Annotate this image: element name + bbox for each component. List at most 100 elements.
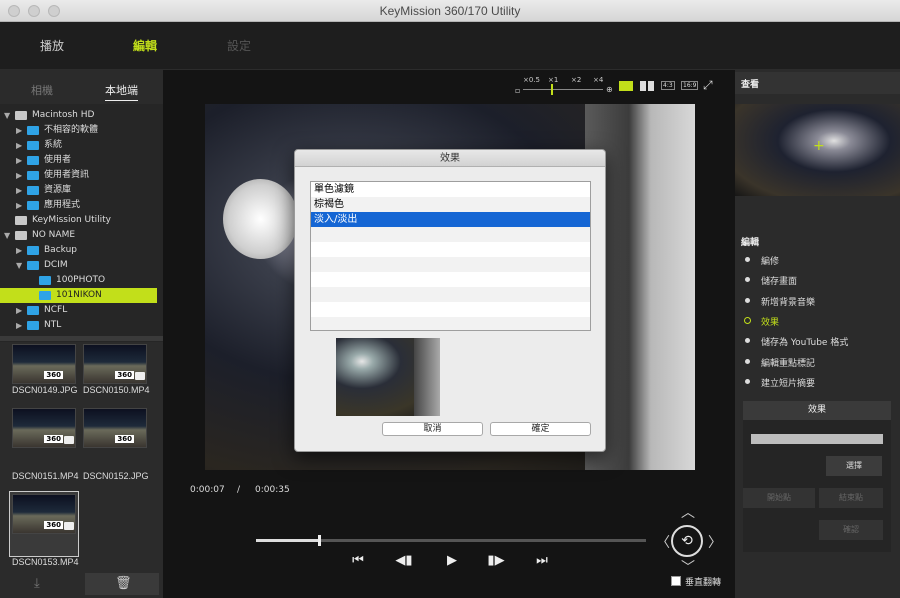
thumbnail[interactable]: 360 xyxy=(12,494,76,534)
effect-option[interactable]: 單色濾鏡 xyxy=(311,182,590,197)
chevron-down-icon[interactable]: ▼ xyxy=(4,228,10,243)
tree-item[interactable]: ▶ 使用者 xyxy=(0,153,157,168)
effect-option[interactable]: 棕褐色 xyxy=(311,197,590,212)
chevron-right-icon[interactable]: ▶ xyxy=(16,303,22,318)
thumbnail[interactable]: 360 xyxy=(83,344,147,384)
tree-item-label: Macintosh HD xyxy=(32,110,95,120)
zoom-in-icon[interactable]: ⊕ xyxy=(606,85,613,94)
edit-menu-label: 編修 xyxy=(761,257,780,267)
ratio-16-9-button[interactable]: 16:9 xyxy=(681,81,699,90)
confirm-button[interactable]: 確認 xyxy=(819,520,883,540)
tree-item[interactable]: ▶ Backup xyxy=(0,243,157,258)
play-icon[interactable]: ▶ xyxy=(440,553,464,568)
effect-option[interactable]: 淡入/淡出 xyxy=(311,212,590,227)
ok-button[interactable]: 確定 xyxy=(490,422,591,436)
frame-back-icon[interactable]: ◀▮ xyxy=(392,553,416,568)
edit-menu-item[interactable]: 建立短片摘要 xyxy=(735,374,900,390)
tree-item[interactable]: ▶ NCFL xyxy=(0,303,157,318)
pan-up-icon[interactable]: ︿ xyxy=(681,502,695,522)
zoom-label: ×0.5 xyxy=(523,76,540,84)
tree-item[interactable]: 101NIKON xyxy=(0,288,157,303)
list-row xyxy=(311,242,590,257)
start-point-button[interactable]: 開始點 xyxy=(743,488,815,508)
zoom-out-icon[interactable]: ▫ xyxy=(515,86,520,95)
chevron-right-icon[interactable]: ▶ xyxy=(16,243,22,258)
effects-list[interactable]: 單色濾鏡 棕褐色 淡入/淡出 xyxy=(310,181,591,331)
chevron-right-icon[interactable]: ▶ xyxy=(16,138,22,153)
tree-item[interactable]: ▼ DCIM xyxy=(0,258,157,273)
edit-menu-item[interactable]: 效果 xyxy=(735,313,900,329)
tab-local[interactable]: 本地端 xyxy=(105,82,138,101)
tree-item[interactable]: ▶ 系統 xyxy=(0,138,157,153)
tree-item[interactable]: 100PHOTO xyxy=(0,273,157,288)
chevron-right-icon[interactable]: ▶ xyxy=(16,153,22,168)
effect-preview xyxy=(336,338,440,416)
zoom-slider[interactable] xyxy=(523,89,603,90)
chevron-down-icon[interactable]: ▼ xyxy=(16,258,22,273)
scene-umbrella xyxy=(223,179,298,259)
edit-menu-item[interactable]: 儲存為 YouTube 格式 xyxy=(735,333,900,349)
badge-360: 360 xyxy=(115,371,134,379)
cancel-button[interactable]: 取消 xyxy=(382,422,483,436)
tree-item[interactable]: KeyMission Utility xyxy=(0,213,157,228)
folder-icon xyxy=(27,171,39,180)
tab-edit[interactable]: 編輯 xyxy=(133,37,157,54)
split-view-icon[interactable] xyxy=(640,81,654,91)
vertical-flip-checkbox[interactable] xyxy=(671,576,681,586)
chevron-right-icon[interactable]: ▶ xyxy=(16,318,22,333)
pan-down-icon[interactable]: ﹀ xyxy=(681,557,695,577)
tab-camera[interactable]: 相機 xyxy=(31,82,53,98)
thumbnail[interactable]: 360 xyxy=(12,344,76,384)
thumbnail[interactable]: 360 xyxy=(83,408,147,448)
badge-360: 360 xyxy=(115,435,134,443)
single-view-icon[interactable] xyxy=(619,81,633,91)
pan-left-icon[interactable]: 〈 xyxy=(656,532,670,552)
drive-icon xyxy=(15,216,27,225)
delete-button[interactable]: 🗑 xyxy=(85,573,159,595)
tree-item[interactable]: ▶ 使用者資訊 xyxy=(0,168,157,183)
reset-view-button[interactable]: ⟲ xyxy=(671,525,703,557)
chevron-right-icon[interactable]: ▶ xyxy=(16,183,22,198)
zoom-slider-handle[interactable] xyxy=(551,84,553,95)
tree-item[interactable]: ▼ Macintosh HD xyxy=(0,108,157,123)
folder-icon xyxy=(39,291,51,300)
pane-splitter[interactable] xyxy=(0,336,163,341)
progress-handle[interactable] xyxy=(318,535,322,546)
import-icon[interactable]: ⤓ xyxy=(34,576,40,591)
ratio-4-3-button[interactable]: 4:3 xyxy=(661,81,675,90)
list-row xyxy=(311,227,590,242)
pan-right-icon[interactable]: 〉 xyxy=(708,532,722,552)
edit-menu-item[interactable]: 儲存畫面 xyxy=(735,272,900,288)
end-point-button[interactable]: 結束點 xyxy=(819,488,883,508)
chevron-right-icon[interactable]: ▶ xyxy=(16,168,22,183)
list-row xyxy=(311,287,590,302)
skip-back-icon[interactable]: ⏮ xyxy=(346,553,370,568)
zoom-toolbar: ▫ ×0.5 ×1 ×2 ×4 ⊕ 4:3 16:9 ⤢ xyxy=(515,76,725,96)
skip-forward-icon[interactable]: ⏭ xyxy=(530,553,554,568)
video-icon xyxy=(64,436,74,444)
tree-item[interactable]: ▶ NTL xyxy=(0,318,157,333)
chevron-right-icon[interactable]: ▶ xyxy=(16,123,22,138)
video-icon xyxy=(135,372,145,380)
tree-item[interactable]: ▶ 應用程式 xyxy=(0,198,157,213)
thumbnail[interactable]: 360 xyxy=(12,408,76,448)
tab-settings[interactable]: 設定 xyxy=(227,37,251,54)
edit-menu-item[interactable]: 新增背景音樂 xyxy=(735,293,900,309)
crosshair-icon: + xyxy=(813,138,825,154)
chevron-right-icon[interactable]: ▶ xyxy=(16,198,22,213)
fullscreen-icon[interactable]: ⤢ xyxy=(703,78,713,93)
tree-item[interactable]: ▼ NO NAME xyxy=(0,228,157,243)
tab-playback[interactable]: 播放 xyxy=(40,37,64,54)
edit-menu-item[interactable]: 編修 xyxy=(735,252,900,268)
folder-icon xyxy=(27,126,39,135)
progress-bar[interactable] xyxy=(256,535,646,546)
edit-menu-label: 編輯重點標記 xyxy=(761,358,816,369)
chevron-down-icon[interactable]: ▼ xyxy=(4,108,10,123)
select-button[interactable]: 選擇 xyxy=(826,456,882,476)
list-row xyxy=(311,317,590,330)
frame-forward-icon[interactable]: ▮▶ xyxy=(484,553,508,568)
badge-360: 360 xyxy=(44,371,63,379)
tree-item[interactable]: ▶ 資源庫 xyxy=(0,183,157,198)
edit-menu-item[interactable]: 編輯重點標記 xyxy=(735,354,900,370)
tree-item[interactable]: ▶ 不相容的軟體 xyxy=(0,123,157,138)
